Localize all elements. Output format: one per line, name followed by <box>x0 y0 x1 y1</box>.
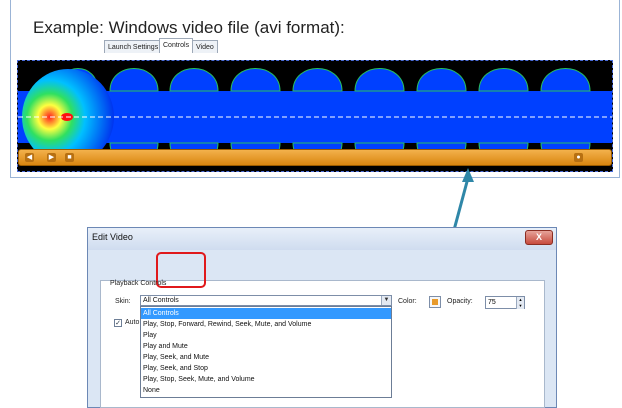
opacity-value: 75 <box>488 299 496 306</box>
skin-dropdown-list[interactable]: All Controls Play, Stop, Forward, Rewind… <box>140 306 392 398</box>
skin-select-value: All Controls <box>143 297 179 304</box>
dropdown-option[interactable]: All Controls <box>141 308 391 319</box>
autohide-checkbox[interactable]: ✓ <box>114 319 122 327</box>
tab-launch-settings[interactable]: Launch Settings <box>104 40 163 53</box>
dropdown-option[interactable]: Play, Stop, Forward, Rewind, Seek, Mute,… <box>141 319 391 330</box>
dropdown-option[interactable]: Play, Stop, Seek, Mute, and Volume <box>141 374 391 385</box>
dialog-titlebar: Edit Video X <box>88 228 556 250</box>
dropdown-option[interactable]: Play <box>141 330 391 341</box>
opacity-label: Opacity: <box>447 298 473 305</box>
opacity-input[interactable]: 75 ▲ ▼ <box>485 296 525 309</box>
color-label: Color: <box>398 298 417 305</box>
chevron-down-icon[interactable]: ▼ <box>381 296 391 305</box>
autohide-label: Auto <box>125 319 140 326</box>
skin-select[interactable]: All Controls ▼ <box>140 295 392 306</box>
dropdown-option[interactable]: Play and Mute <box>141 341 391 352</box>
tab-video[interactable]: Video <box>192 40 218 53</box>
close-button[interactable]: X <box>525 230 553 245</box>
tab-controls[interactable]: Controls <box>159 38 194 53</box>
group-label: Playback Controls <box>110 280 167 287</box>
spin-down-icon[interactable]: ▼ <box>516 303 524 309</box>
skin-label: Skin: <box>115 298 131 305</box>
color-picker-button[interactable] <box>429 296 441 308</box>
dropdown-option[interactable]: Play, Seek, and Mute <box>141 352 391 363</box>
dropdown-option[interactable]: Play, Seek, and Stop <box>141 363 391 374</box>
dialog-title: Edit Video <box>92 232 133 242</box>
color-swatch-fill <box>432 299 438 305</box>
dropdown-option[interactable]: None <box>141 385 391 396</box>
